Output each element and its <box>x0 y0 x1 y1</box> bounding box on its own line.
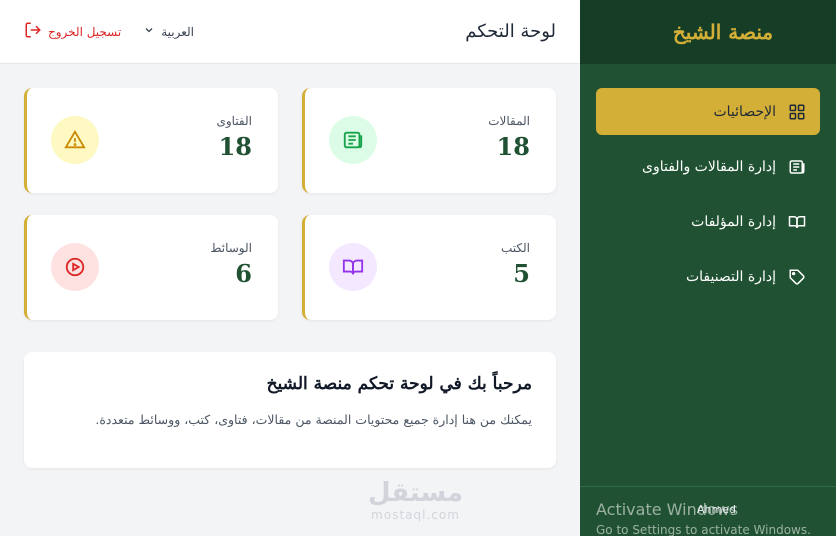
activation-title: Activate Windows <box>596 500 739 519</box>
language-selector[interactable]: العربية <box>143 24 194 39</box>
stat-value: 18 <box>218 132 252 161</box>
tag-icon <box>788 268 806 286</box>
stat-label: الكتب <box>500 241 530 255</box>
stat-label: الفتاوى <box>216 114 252 128</box>
stat-value: 6 <box>235 259 252 288</box>
sidebar-item-statistics[interactable]: الإحصائيات <box>596 88 820 135</box>
stat-label: الوسائط <box>210 241 252 255</box>
brand-logo: منصة الشيخ <box>580 0 836 64</box>
logout-label: تسجيل الخروج <box>48 24 122 39</box>
watermark-latin: mostaql.com <box>371 508 460 522</box>
chevron-down-icon <box>143 24 155 39</box>
watermark-logo: مستقل mostaql.com <box>368 478 463 522</box>
stat-icon-wrap <box>329 243 377 291</box>
welcome-title: مرحباً بك في لوحة تحكم منصة الشيخ <box>266 374 532 394</box>
stat-label: المقالات <box>488 114 530 128</box>
warning-icon <box>64 129 86 151</box>
stat-icon-wrap <box>51 116 99 164</box>
watermark-arabic: مستقل <box>368 478 464 508</box>
stat-card-books: الكتب 5 <box>302 215 556 320</box>
stat-card-media: الوسائط 6 <box>24 215 278 320</box>
sidebar-item-label: إدارة التصنيفات <box>685 268 776 285</box>
book-icon <box>342 256 364 278</box>
stat-card-fatwas: الفتاوى 18 <box>24 88 278 193</box>
sidebar-item-articles[interactable]: إدارة المقالات والفتاوى <box>596 143 820 190</box>
stat-value: 5 <box>513 259 530 288</box>
activation-subtitle: Go to Settings to activate Windows. <box>596 523 811 536</box>
windows-activation-overlay: Activate Windows Go to Settings to activ… <box>596 500 836 536</box>
sidebar-item-label: إدارة المقالات والفتاوى <box>642 158 776 175</box>
welcome-text: يمكنك من هنا إدارة جميع محتويات المنصة م… <box>95 412 532 427</box>
sidebar: منصة الشيخ الإحصائيات إدارة المقالات وال… <box>580 0 836 536</box>
stat-icon-wrap <box>329 116 377 164</box>
sidebar-item-categories[interactable]: إدارة التصنيفات <box>596 253 820 300</box>
logout-button[interactable]: تسجيل الخروج <box>24 21 121 42</box>
language-label: العربية <box>161 24 195 39</box>
logout-icon <box>24 21 42 42</box>
sidebar-nav: الإحصائيات إدارة المقالات والفتاوى إدارة… <box>580 64 836 300</box>
sidebar-item-label: إدارة المؤلفات <box>691 213 776 230</box>
top-header: لوحة التحكم العربية تسجيل الخروج <box>0 0 580 64</box>
stat-card-articles: المقالات 18 <box>302 88 556 193</box>
play-circle-icon <box>64 256 86 278</box>
page-title: لوحة التحكم <box>465 21 556 42</box>
stat-icon-wrap <box>51 243 99 291</box>
book-icon <box>788 213 806 231</box>
stat-value: 18 <box>496 132 530 161</box>
welcome-card: مرحباً بك في لوحة تحكم منصة الشيخ يمكنك … <box>24 352 556 468</box>
grid-icon <box>788 103 806 121</box>
sidebar-item-books[interactable]: إدارة المؤلفات <box>596 198 820 245</box>
sidebar-item-label: الإحصائيات <box>713 103 776 120</box>
newspaper-icon <box>788 158 806 176</box>
header-actions: العربية تسجيل الخروج <box>24 21 194 42</box>
newspaper-icon <box>342 129 364 151</box>
